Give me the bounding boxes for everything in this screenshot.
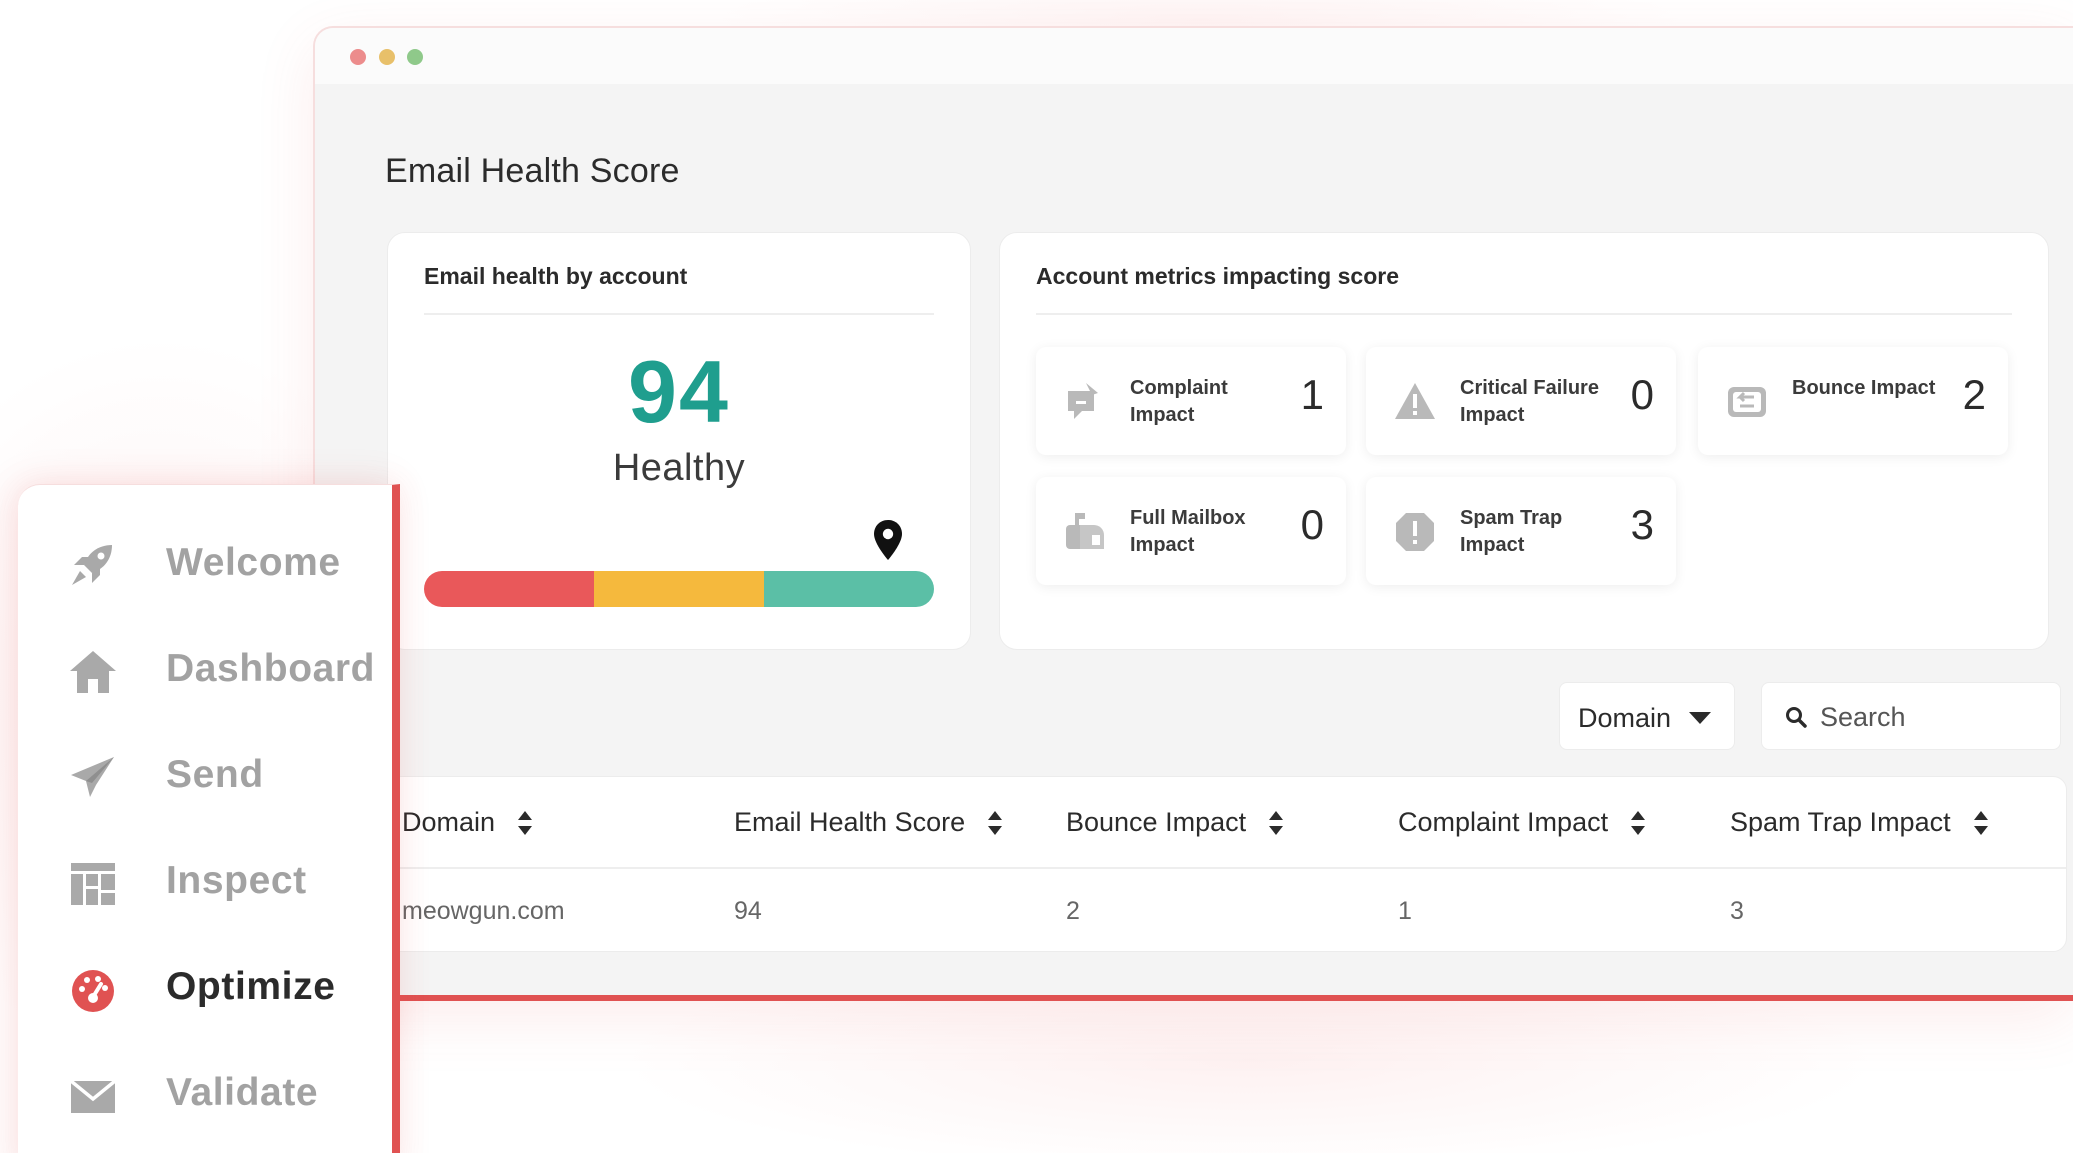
health-score-value: 94 bbox=[628, 342, 730, 441]
mailbox-icon bbox=[1066, 513, 1104, 549]
sidebar-item-label: Optimize bbox=[166, 965, 336, 1008]
cell-domain: meowgun.com bbox=[402, 897, 565, 925]
sort-icon bbox=[1269, 810, 1284, 835]
cell-bounce-impact: 2 bbox=[1066, 897, 1080, 925]
column-header-email-health-score[interactable]: Email Health Score bbox=[734, 807, 1003, 838]
bounce-icon bbox=[1728, 387, 1766, 417]
domain-filter-select[interactable]: Domain bbox=[1559, 682, 1735, 750]
metric-label: Full Mailbox Impact bbox=[1130, 507, 1246, 556]
minimize-window-button[interactable] bbox=[379, 49, 395, 65]
sidebar-item-label: Welcome bbox=[166, 541, 341, 584]
map-pin-icon bbox=[874, 520, 903, 560]
search-input[interactable] bbox=[1820, 697, 2040, 737]
metric-spam-trap-impact: Spam Trap Impact 3 bbox=[1366, 477, 1676, 585]
envelope-icon bbox=[69, 1079, 117, 1113]
home-icon bbox=[70, 651, 116, 693]
gauge-segment-high bbox=[764, 571, 934, 607]
page-title: Email Health Score bbox=[385, 152, 680, 190]
column-header-label: Email Health Score bbox=[734, 807, 966, 837]
divider bbox=[1036, 313, 2012, 315]
gauge-segment-mid bbox=[594, 571, 764, 607]
metric-value: 1 bbox=[1300, 371, 1324, 418]
sidebar-item-label: Validate bbox=[166, 1071, 319, 1114]
layout-icon bbox=[71, 863, 115, 905]
sidebar-item-welcome[interactable]: Welcome bbox=[68, 535, 368, 595]
sidebar: Welcome Dashboard Send Inspect Optimize … bbox=[18, 484, 400, 1153]
cell-complaint-impact: 1 bbox=[1398, 897, 1412, 925]
domain-select-value: Domain bbox=[1578, 703, 1672, 733]
paper-plane-icon bbox=[71, 757, 114, 797]
column-header-bounce-impact[interactable]: Bounce Impact bbox=[1066, 807, 1284, 838]
table-header: Domain Email Health Score Bounce Impact … bbox=[388, 777, 2066, 869]
maximize-window-button[interactable] bbox=[407, 49, 423, 65]
gauge-icon bbox=[72, 970, 114, 1012]
search-icon bbox=[1786, 707, 1807, 728]
sidebar-item-validate[interactable]: Validate bbox=[68, 1065, 368, 1125]
health-status-label: Healthy bbox=[612, 447, 746, 489]
sidebar-item-dashboard[interactable]: Dashboard bbox=[68, 641, 375, 701]
column-header-label: Domain bbox=[402, 807, 496, 837]
metric-value: 2 bbox=[1962, 371, 1986, 418]
warning-icon bbox=[1395, 383, 1435, 419]
metric-value: 0 bbox=[1300, 501, 1324, 548]
cell-email-health-score: 94 bbox=[734, 897, 762, 925]
sidebar-item-label: Send bbox=[166, 753, 264, 796]
search-box[interactable] bbox=[1761, 682, 2061, 750]
health-gauge-bar bbox=[424, 571, 934, 607]
domain-table: Domain Email Health Score Bounce Impact … bbox=[387, 776, 2067, 952]
metric-value: 0 bbox=[1630, 371, 1654, 418]
sidebar-item-inspect[interactable]: Inspect bbox=[68, 853, 368, 913]
health-card-title: Email health by account bbox=[424, 263, 688, 289]
sidebar-item-send[interactable]: Send bbox=[68, 747, 368, 807]
metrics-card-title: Account metrics impacting score bbox=[1036, 263, 1399, 289]
rocket-icon bbox=[72, 545, 112, 585]
column-header-complaint-impact[interactable]: Complaint Impact bbox=[1398, 807, 1646, 838]
metric-label: Spam Trap Impact bbox=[1460, 507, 1563, 556]
divider bbox=[424, 313, 934, 315]
column-header-domain[interactable]: Domain bbox=[402, 807, 533, 838]
cell-spam-trap-impact: 3 bbox=[1730, 897, 1744, 925]
metric-complaint-impact: Complaint Impact 1 bbox=[1036, 347, 1346, 455]
caret-down-icon bbox=[1689, 712, 1711, 724]
sort-icon bbox=[1973, 810, 1988, 835]
metric-bounce-impact: Bounce Impact 2 bbox=[1698, 347, 2008, 455]
column-header-label: Spam Trap Impact bbox=[1730, 807, 1951, 837]
account-metrics-card: Account metrics impacting score Complain… bbox=[999, 232, 2049, 650]
metric-label: Bounce Impact bbox=[1792, 377, 1936, 399]
close-window-button[interactable] bbox=[350, 49, 366, 65]
metric-value: 3 bbox=[1630, 501, 1654, 548]
column-header-spam-trap-impact[interactable]: Spam Trap Impact bbox=[1730, 807, 1989, 838]
email-health-card: Email health by account 94 Healthy bbox=[387, 232, 971, 650]
sort-icon bbox=[518, 810, 533, 835]
metric-full-mailbox-impact: Full Mailbox Impact 0 bbox=[1036, 477, 1346, 585]
column-header-label: Complaint Impact bbox=[1398, 807, 1609, 837]
window-titlebar bbox=[315, 28, 2073, 84]
sidebar-item-optimize[interactable]: Optimize bbox=[68, 959, 368, 1019]
gauge-segment-low bbox=[424, 571, 594, 607]
spam-trap-icon bbox=[1396, 513, 1434, 551]
column-header-label: Bounce Impact bbox=[1066, 807, 1247, 837]
browser-window: Email Health Score Email health by accou… bbox=[313, 26, 2073, 1001]
metric-critical-failure-impact: Critical Failure Impact 0 bbox=[1366, 347, 1676, 455]
metric-label: Complaint Impact bbox=[1130, 377, 1228, 426]
sort-icon bbox=[1631, 810, 1646, 835]
sidebar-item-label: Dashboard bbox=[166, 647, 376, 690]
sidebar-item-label: Inspect bbox=[166, 859, 307, 902]
complaint-icon bbox=[1068, 383, 1098, 419]
sort-icon bbox=[988, 810, 1003, 835]
